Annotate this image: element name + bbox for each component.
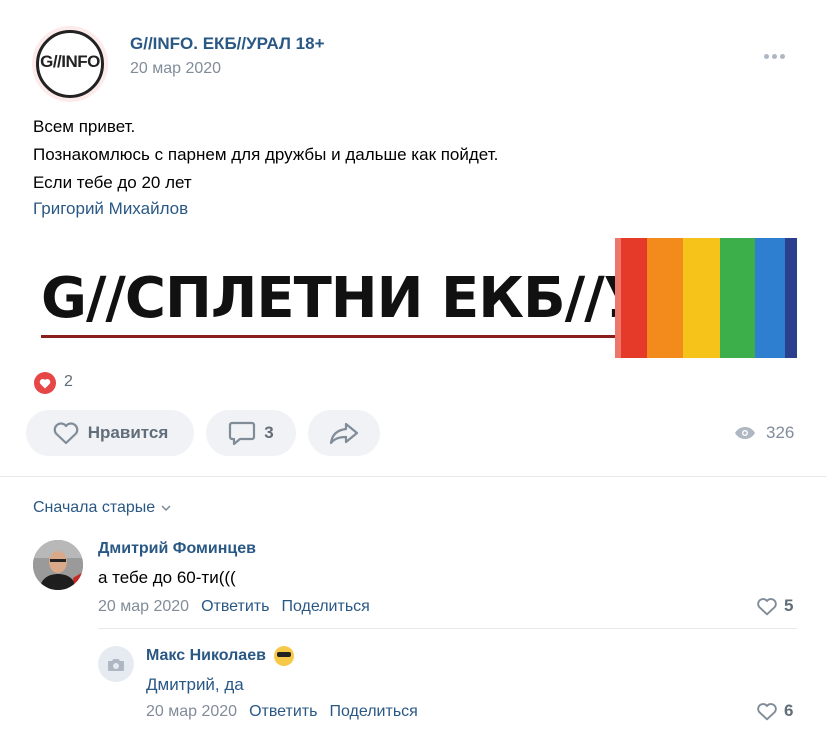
comment-author[interactable]: Макс Николаев [146, 646, 294, 666]
banner-underline [41, 335, 621, 338]
like-button[interactable]: Нравится [26, 410, 194, 456]
comment-author-name: Макс Николаев [146, 647, 266, 664]
share-link[interactable]: Поделиться [329, 703, 417, 721]
comment-author[interactable]: Дмитрий Фоминцев [98, 540, 256, 558]
views-counter: 326 [734, 423, 794, 443]
comment-meta: 20 мар 2020 Ответить Поделиться [98, 598, 370, 616]
comment-like-button[interactable]: 5 [756, 596, 793, 616]
camera-icon [108, 658, 124, 671]
chevron-down-icon [161, 505, 171, 511]
avatar[interactable] [33, 540, 83, 590]
heart-icon [757, 702, 777, 720]
comment-date[interactable]: 20 мар 2020 [98, 598, 189, 616]
sunglasses-emoji-icon [273, 646, 294, 666]
comment-like-count: 6 [784, 701, 794, 720]
more-options-icon[interactable] [764, 46, 794, 62]
rainbow-graphic [615, 238, 797, 358]
group-avatar[interactable]: G//INFO [32, 26, 108, 102]
heart-icon [757, 597, 777, 615]
post-text-line: Познакомлюсь с парнем для дружбы и дальш… [33, 145, 499, 164]
heart-icon [53, 422, 79, 445]
comment-icon [229, 421, 256, 446]
comment-button[interactable]: 3 [206, 410, 296, 456]
post-date[interactable]: 20 мар 2020 [130, 60, 221, 78]
divider [98, 628, 797, 629]
post-text-line: Если тебе до 20 лет [33, 173, 192, 192]
comment-like-count: 5 [784, 596, 794, 615]
comment-count: 3 [264, 423, 274, 442]
avatar[interactable] [98, 646, 134, 682]
views-count: 326 [766, 423, 795, 442]
group-logo-text: G//INFO [40, 52, 100, 71]
post-image[interactable]: G//СПЛЕТНИ ЕКБ//УРАЛ [33, 238, 797, 358]
sort-label: Сначала старые [33, 499, 156, 516]
heart-reaction-icon[interactable] [34, 372, 56, 394]
reply-link[interactable]: Ответить [201, 598, 269, 616]
comment-date[interactable]: 20 мар 2020 [146, 703, 237, 721]
like-button-label: Нравится [87, 423, 169, 442]
share-link[interactable]: Поделиться [281, 598, 369, 616]
reaction-count[interactable]: 2 [64, 373, 73, 391]
reply-link[interactable]: Ответить [249, 703, 317, 721]
share-icon [329, 422, 359, 445]
comments-sort-dropdown[interactable]: Сначала старые [33, 499, 171, 517]
comment-text: Дмитрий, да [146, 675, 244, 695]
comment-text-content: Дмитрий, да [146, 675, 244, 694]
share-button[interactable] [308, 410, 380, 456]
post-text-line: Всем привет. [33, 117, 136, 136]
comment-meta: 20 мар 2020 Ответить Поделиться [146, 703, 418, 721]
comment-like-button[interactable]: 6 [756, 701, 793, 721]
post-author-link[interactable]: Григорий Михайлов [33, 199, 188, 219]
divider [0, 476, 826, 477]
group-name[interactable]: G//INFO. ЕКБ//УРАЛ 18+ [130, 34, 325, 54]
comment-text: а тебе до 60-ти((( [98, 568, 236, 587]
eye-icon [735, 427, 755, 439]
